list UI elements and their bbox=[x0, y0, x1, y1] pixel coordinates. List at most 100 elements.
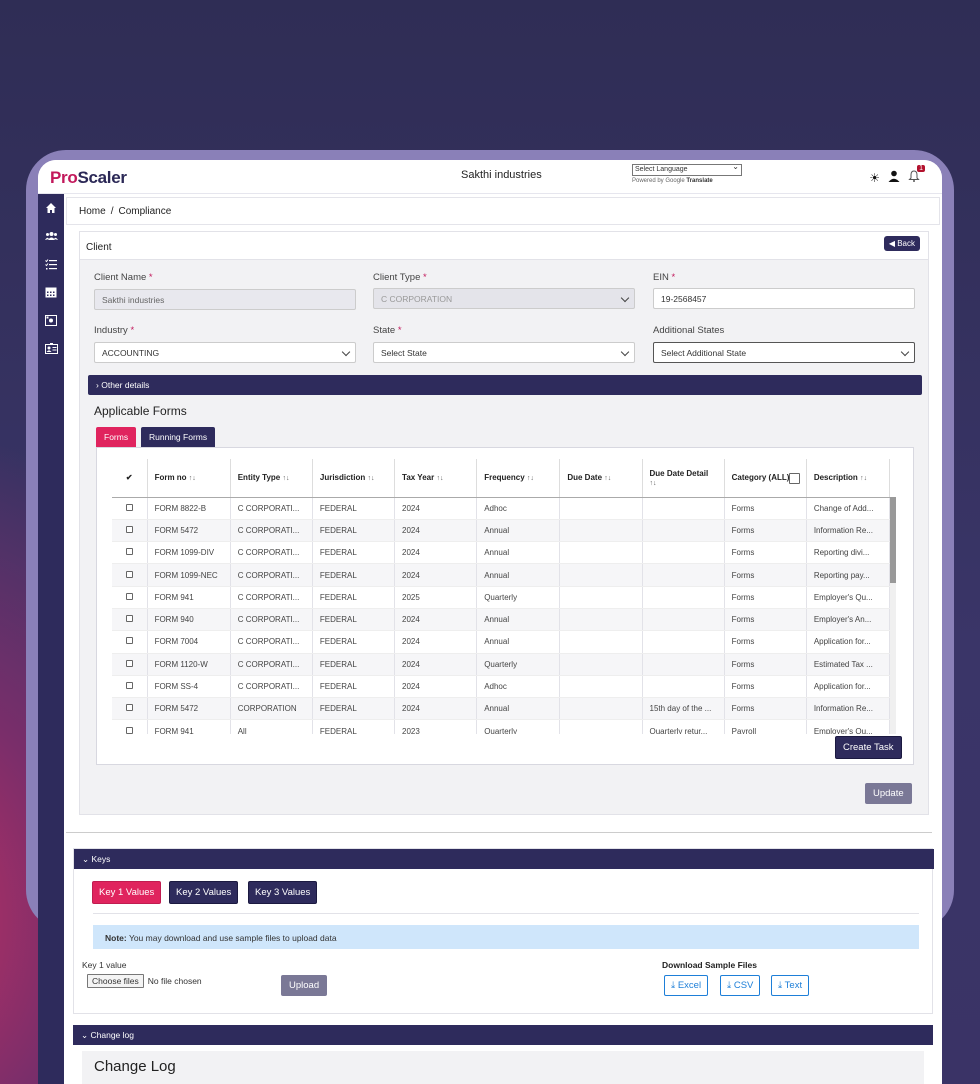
table-cell: Forms bbox=[724, 519, 807, 543]
table-row[interactable]: FORM 941 C CORPORATI... FEDERAL 2025 Quarter… bbox=[112, 586, 891, 609]
theme-toggle-icon[interactable]: ☀ bbox=[869, 171, 880, 185]
upload-button[interactable]: Upload bbox=[281, 975, 328, 996]
calendar-icon[interactable] bbox=[38, 278, 64, 306]
sort-icon: ↑↓ bbox=[526, 475, 534, 483]
id-card-icon[interactable] bbox=[38, 334, 64, 362]
row-checkbox[interactable] bbox=[125, 570, 133, 578]
category-filter-checkbox[interactable] bbox=[788, 473, 800, 484]
table-cell: Forms bbox=[724, 697, 807, 721]
col-tax-year[interactable]: Tax Year ↑↓ bbox=[394, 459, 478, 498]
additional-states-select[interactable]: Select Additional State bbox=[653, 342, 915, 363]
col-entity-type[interactable]: Entity Type ↑↓ bbox=[230, 459, 313, 498]
choose-files-button[interactable]: Choose files bbox=[87, 974, 144, 988]
table-cell bbox=[559, 630, 643, 654]
industry-select[interactable]: ACCOUNTING bbox=[94, 342, 356, 363]
row-checkbox-cell bbox=[112, 586, 148, 609]
table-cell: C CORPORATI... bbox=[230, 608, 313, 632]
col-due-date-detail[interactable]: Due Date Detail ↑↓ bbox=[642, 459, 725, 498]
table-cell: 2025 bbox=[394, 586, 478, 609]
user-icon[interactable] bbox=[888, 170, 900, 185]
back-button[interactable]: ◀ Back bbox=[883, 236, 920, 251]
table-row[interactable]: FORM 940 C CORPORATI... FEDERAL 2024 Annual F… bbox=[112, 608, 891, 632]
home-icon[interactable] bbox=[38, 194, 64, 222]
col-due-date[interactable]: Due Date ↑↓ bbox=[559, 459, 643, 498]
sort-icon: ↑↓ bbox=[367, 475, 375, 483]
table-row[interactable]: FORM 5472 C CORPORATI... FEDERAL 2024 Annual… bbox=[112, 519, 891, 543]
download-excel-button[interactable]: ⤓ Excel bbox=[664, 975, 709, 996]
table-row[interactable]: FORM 1099-DIV C CORPORATI... FEDERAL 2024 An… bbox=[112, 541, 891, 565]
col-description[interactable]: Description ↑↓ bbox=[806, 459, 891, 498]
download-csv-button[interactable]: ⤓ CSV bbox=[720, 975, 761, 996]
client-name-input[interactable]: Sakthi industries bbox=[94, 289, 356, 310]
change-log-toggle[interactable]: ⌄ Change log bbox=[73, 1025, 933, 1045]
row-checkbox[interactable] bbox=[125, 615, 133, 623]
row-checkbox[interactable] bbox=[125, 525, 133, 533]
breadcrumb-home[interactable]: Home bbox=[79, 206, 106, 217]
row-checkbox[interactable] bbox=[125, 659, 133, 667]
table-cell bbox=[642, 541, 725, 565]
keys-toggle[interactable]: ⌄ Keys bbox=[74, 849, 934, 869]
table-cell: Information Re... bbox=[806, 697, 891, 721]
tab-forms[interactable]: Forms bbox=[96, 427, 137, 447]
row-checkbox[interactable] bbox=[125, 503, 133, 511]
update-button[interactable]: Update bbox=[865, 783, 912, 804]
sort-icon: ↑↓ bbox=[436, 475, 444, 483]
table-row[interactable]: FORM 7004 C CORPORATI... FEDERAL 2024 Annual… bbox=[112, 630, 891, 654]
state-select[interactable]: Select State bbox=[373, 342, 635, 363]
table-row[interactable]: FORM 5472 CORPORATION FEDERAL 2024 Annual 15t… bbox=[112, 697, 891, 721]
row-checkbox[interactable] bbox=[125, 726, 133, 734]
row-checkbox[interactable] bbox=[125, 637, 133, 645]
row-checkbox[interactable] bbox=[125, 682, 133, 690]
row-checkbox-cell bbox=[112, 608, 148, 632]
table-cell bbox=[642, 675, 725, 699]
row-checkbox-cell bbox=[112, 563, 148, 587]
table-cell bbox=[559, 653, 643, 676]
other-details-toggle[interactable]: › Other details bbox=[88, 375, 922, 395]
client-type-label: Client Type * bbox=[373, 272, 427, 283]
key-3-values-button[interactable]: Key 3 Values bbox=[248, 881, 318, 904]
table-row[interactable]: FORM 1099-NEC C CORPORATI... FEDERAL 2024 An… bbox=[112, 563, 891, 587]
table-row[interactable]: FORM 8822-B C CORPORATI... FEDERAL 2024 Adho… bbox=[112, 497, 891, 520]
table-row[interactable]: FORM SS-4 C CORPORATI... FEDERAL 2024 Adhoc F… bbox=[112, 675, 891, 699]
table-row[interactable]: FORM 941 All FEDERAL 2023 Quarterly Quarterly… bbox=[112, 719, 891, 734]
chevron-right-icon: › bbox=[96, 380, 99, 390]
client-type-select[interactable]: C CORPORATION bbox=[373, 288, 635, 309]
col-form-no[interactable]: Form no ↑↓ bbox=[147, 459, 231, 498]
tasks-icon[interactable] bbox=[38, 250, 64, 278]
language-select[interactable]: Select Language bbox=[632, 162, 742, 176]
table-cell: C CORPORATI... bbox=[230, 497, 313, 520]
table-cell: C CORPORATI... bbox=[230, 563, 313, 587]
col-frequency[interactable]: Frequency ↑↓ bbox=[476, 459, 561, 498]
table-cell: 2024 bbox=[394, 697, 478, 721]
company-name: Sakthi industries bbox=[461, 169, 542, 181]
table-cell: FEDERAL bbox=[312, 675, 396, 699]
download-text-button[interactable]: ⤓ Text bbox=[771, 975, 810, 996]
notification-bell-icon[interactable]: 1 bbox=[908, 165, 925, 185]
chevron-down-icon: ⌄ bbox=[82, 854, 90, 864]
ein-input[interactable]: 19-2568457 bbox=[653, 288, 915, 309]
industry-label: Industry * bbox=[94, 325, 135, 336]
col-jurisdiction[interactable]: Jurisdiction ↑↓ bbox=[312, 459, 396, 498]
sort-icon: ↑↓ bbox=[282, 475, 290, 483]
key-2-values-button[interactable]: Key 2 Values bbox=[169, 881, 239, 904]
client-title: Client bbox=[86, 242, 112, 253]
row-checkbox[interactable] bbox=[125, 704, 133, 712]
select-all-header[interactable]: ✔ bbox=[112, 459, 148, 498]
row-checkbox[interactable] bbox=[125, 592, 133, 600]
money-icon[interactable] bbox=[38, 306, 64, 334]
create-task-button[interactable]: Create Task bbox=[835, 736, 902, 759]
table-cell: Annual bbox=[476, 697, 561, 721]
tab-running-forms[interactable]: Running Forms bbox=[141, 427, 216, 447]
users-icon[interactable] bbox=[38, 222, 64, 250]
table-scrollbar-thumb[interactable] bbox=[890, 497, 896, 583]
row-checkbox-cell bbox=[112, 653, 148, 676]
row-checkbox[interactable] bbox=[125, 548, 133, 556]
table-cell bbox=[559, 563, 643, 587]
table-row[interactable]: FORM 1120-W C CORPORATI... FEDERAL 2024 Quar… bbox=[112, 653, 891, 676]
logo[interactable]: ProScaler bbox=[50, 168, 127, 188]
table-cell bbox=[559, 586, 643, 609]
col-category[interactable]: Category (ALL) bbox=[724, 459, 807, 498]
table-cell: C CORPORATI... bbox=[230, 519, 313, 543]
key-1-values-button[interactable]: Key 1 Values bbox=[92, 881, 162, 904]
main-content: Home / Compliance Client ◀ Back Client Nam… bbox=[66, 197, 940, 815]
